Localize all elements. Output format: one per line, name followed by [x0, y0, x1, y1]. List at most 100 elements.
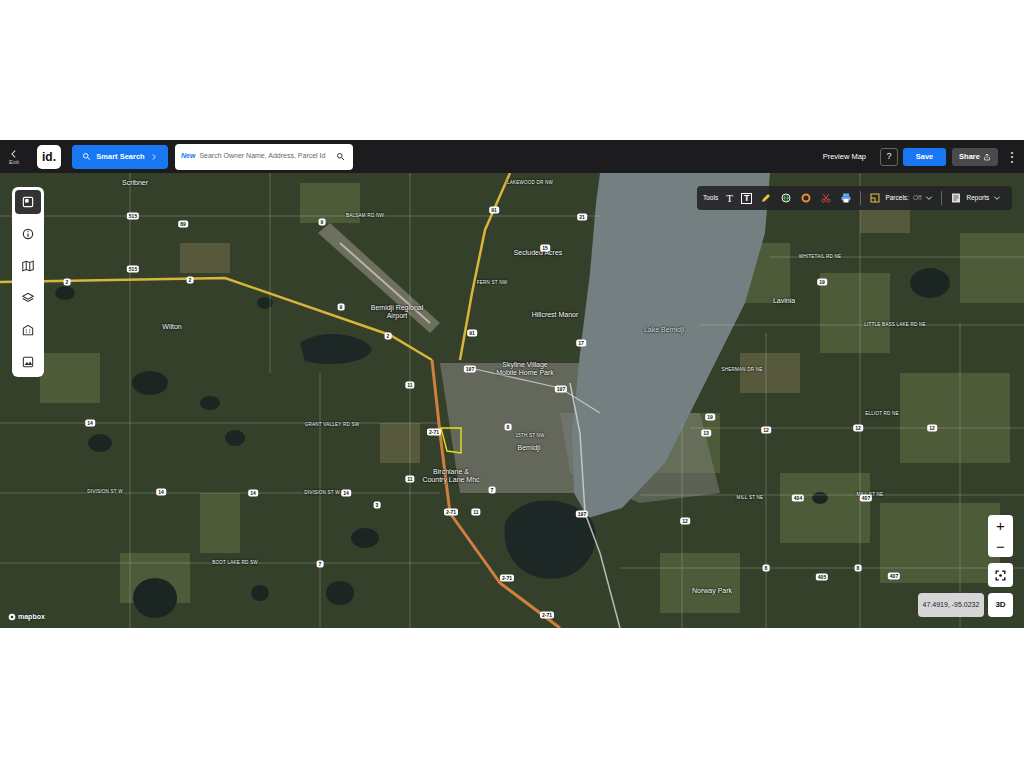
route-shield: 11 [405, 382, 414, 389]
zoom-control: +− [988, 515, 1013, 557]
parcels-toggle[interactable]: Parcels:Off [869, 192, 933, 204]
route-shield: 8 [855, 565, 862, 572]
side-tool-button[interactable] [15, 190, 41, 214]
topbar-actions: Preview Map? Save Share ⋮ [823, 148, 1016, 166]
image-layer-icon [21, 355, 35, 369]
place-label: Scribner [122, 179, 148, 187]
side-tool-button[interactable] [15, 286, 41, 310]
map-canvas[interactable]: ToolsTTParcels:OffReports +−47.4919, -95… [0, 173, 1024, 628]
side-tool-button[interactable] [15, 254, 41, 278]
globe-icon [780, 192, 792, 204]
mapbox-logo-icon [8, 613, 16, 621]
route-shield: 15 [540, 245, 550, 252]
road-label: LAKEWOOD DR NW [507, 180, 553, 185]
side-tool-button[interactable] [15, 222, 41, 246]
preview-map-button[interactable]: Preview Map [823, 151, 866, 162]
route-shield: 7 [489, 487, 496, 494]
share-button[interactable]: Share [952, 148, 998, 166]
road-label: ELLIOT RD NE [865, 411, 899, 416]
search-field[interactable]: New [175, 144, 353, 170]
route-shield: 407 [888, 573, 900, 580]
road-label: MILL ST NE [737, 495, 764, 500]
route-shield: 2 [385, 333, 392, 340]
map-side-toolbar [12, 187, 44, 377]
smart-search-button[interactable]: Smart Search [72, 145, 168, 169]
road-label: BOOT LAKE RD SW [212, 560, 258, 565]
more-menu-button[interactable]: ⋮ [1006, 148, 1016, 166]
magnifier-icon[interactable] [336, 152, 345, 161]
road-label: GRANT VALLEY RD SW [305, 422, 359, 427]
place-label: Norway Park [681, 587, 743, 595]
route-shield: 11 [405, 476, 414, 483]
route-shield: 2-71 [444, 509, 458, 516]
route-shield: 19 [705, 414, 715, 421]
text-box-tool-button[interactable]: T [741, 193, 753, 204]
place-label: Secluded Acres [514, 249, 563, 257]
save-button[interactable]: Save [903, 148, 946, 166]
route-shield: 405 [816, 574, 828, 581]
route-shield: 7 [317, 561, 324, 568]
lake-label: Lake Bemidji [644, 326, 684, 334]
side-tool-button[interactable] [15, 350, 41, 374]
smart-search-label: Smart Search [96, 151, 144, 162]
exit-label: Exit [9, 159, 19, 165]
route-shield: 14 [341, 490, 351, 497]
share-icon [983, 153, 991, 161]
route-shield: 2 [187, 277, 194, 284]
road-label: WHITETAIL RD NE [799, 254, 842, 259]
route-shield: 8 [763, 565, 770, 572]
reports-menu[interactable]: Reports [950, 192, 1001, 204]
place-label: Skyline Village Mobile Home Park [494, 361, 556, 376]
route-shield: 12 [680, 518, 690, 525]
chevron-right-icon [150, 153, 158, 161]
place-label: Lavinia [773, 297, 795, 305]
route-shield: 91 [489, 207, 499, 214]
map-tool-button[interactable] [780, 192, 792, 204]
map-tool-button[interactable] [840, 192, 852, 204]
new-badge: New [181, 151, 195, 162]
search-input[interactable] [199, 151, 332, 162]
map-tool-button[interactable] [800, 192, 812, 204]
scissors-icon [820, 192, 832, 204]
side-tool-button[interactable] [15, 318, 41, 342]
bottom-margin [0, 628, 1024, 768]
zoom-out-button[interactable]: − [988, 536, 1013, 557]
route-shield: 11 [471, 509, 480, 516]
info-icon [21, 227, 35, 241]
map-app: Exit id. Smart Search New Preview Map? Save Sh… [0, 140, 1024, 628]
route-shield: 14 [156, 489, 166, 496]
route-shield: 21 [577, 214, 587, 221]
back-chevron-icon [9, 149, 19, 159]
tools-separator [941, 191, 942, 205]
map-controls: +−47.4919, -95.02323D [918, 515, 1013, 617]
map-tool-button[interactable] [820, 192, 832, 204]
3d-button[interactable]: 3D [988, 593, 1013, 617]
road-label: DIVISION ST W [304, 490, 339, 495]
route-shield: 12 [761, 427, 771, 434]
route-shield: 14 [248, 490, 258, 497]
text-tool-button[interactable]: T [726, 193, 733, 204]
place-label: Bemidji Regional Airport [366, 304, 428, 319]
fullscreen-icon [994, 569, 1007, 582]
chevron-down-icon [993, 194, 1001, 202]
route-shield: 2-71 [500, 575, 514, 582]
share-label: Share [959, 151, 980, 162]
map-tool-button[interactable] [760, 192, 772, 204]
route-shield: 515 [127, 266, 139, 273]
exit-button[interactable]: Exit [5, 149, 23, 165]
route-shield: 89 [178, 221, 188, 228]
map-attribution: mapbox [8, 612, 45, 623]
attribution-label: mapbox [18, 612, 45, 623]
reports-label: Reports [966, 193, 989, 203]
app-logo[interactable]: id. [37, 145, 61, 169]
parcels-label: Parcels: [885, 193, 908, 203]
zoom-in-button[interactable]: + [988, 515, 1013, 536]
fit-view-button[interactable] [988, 563, 1013, 587]
place-label: Hillcrest Manor [524, 311, 586, 319]
place-label: Birchlane & Country Lane Mhc [420, 468, 482, 483]
route-shield: 8 [505, 424, 512, 431]
route-shield: 2-71 [427, 429, 441, 436]
route-shield: 14 [85, 420, 95, 427]
reports-icon [950, 192, 962, 204]
help-button[interactable]: ? [880, 148, 898, 166]
